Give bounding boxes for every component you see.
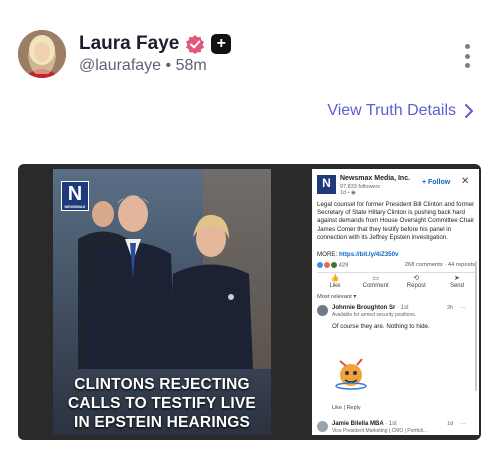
thumbs-up-icon: 👍 [330,275,340,282]
post-more-link: MORE: https://bit.ly/4iZ350v [317,251,399,258]
comment-more-icon: ··· [460,421,466,427]
news-headline: CLINTONS REJECTING CALLS TO TESTIFY LIVE… [68,376,256,431]
reaction-count: 429 [338,262,349,269]
comment-time: 2h [447,305,454,311]
globe-icon: ◉ [351,190,356,196]
reactions-row: 429 268 comments · 44 reposts [317,262,475,269]
publisher-time: 1d • ◉ [340,190,356,196]
post-media-image[interactable]: N NEWSMAX CLINTONS REJECTING CALLS TO TE… [18,164,481,440]
comment-more-icon: ··· [460,305,466,311]
comment-like-reply: Like | Reply [332,405,361,411]
comment-text: Of course they are. Nothing to hide. [332,323,430,330]
post-time: 58m [175,57,207,74]
comment-icon: ▭ [372,275,379,282]
send-action: ➤ Send [449,275,464,289]
action-bar: 👍 Like ▭ Comment ⟲ Repost ➤ Send [317,272,475,289]
commenter-avatar [317,305,328,316]
like-action: 👍 Like [329,275,341,289]
view-truth-details-link[interactable]: View Truth Details [327,102,474,120]
news-photo: N NEWSMAX CLINTONS REJECTING CALLS TO TE… [53,169,271,435]
view-details-label: View Truth Details [327,102,456,119]
sort-comments: Most relevant ▾ [317,294,357,300]
commenter-name: Johnnie Broughton Sr · 1st [332,305,409,311]
commenter-name: Jamie Bilella MBA · 1st [332,421,397,427]
comments-reposts-count: 268 comments · 44 reposts [404,262,475,268]
author-name[interactable]: Laura Faye [79,33,179,55]
author-handle-row: @laurafaye • 58m [79,57,207,75]
repost-icon: ⟲ [413,275,420,282]
author-name-row: Laura Faye + [79,33,232,55]
author-handle[interactable]: @laurafaye [79,57,161,74]
post-text: Legal counsel for former President Bill … [317,201,475,241]
author-avatar[interactable] [18,30,66,78]
chevron-right-icon [465,104,473,118]
publisher-name: Newsmax Media, Inc. [340,175,411,182]
commenter-avatar [317,421,328,432]
close-icon: ✕ [461,176,470,187]
publisher-logo: N [317,175,336,194]
follow-button: + Follow [422,179,451,186]
commenter-headline: Available for armed security positions. [332,312,417,318]
newsmax-logo: N NEWSMAX [61,181,89,211]
more-options-icon[interactable] [462,44,472,68]
reaction-icons [317,262,337,268]
separator-dot: • [165,57,172,74]
verified-badge-icon [186,35,205,54]
send-icon: ➤ [454,275,460,282]
comment-time: 1d [447,421,454,427]
panel-scrollbar [475,261,477,391]
comment-action: ▭ Comment [362,275,389,289]
commenter-headline: Vice President Marketing | CMO | Portfol… [332,428,428,434]
linkedin-post-panel: N Newsmax Media, Inc. 97,833 followers 1… [312,169,479,435]
comment-sticker-image [335,358,367,390]
repost-action: ⟲ Repost [406,275,426,289]
plus-badge-icon: + [211,34,232,54]
